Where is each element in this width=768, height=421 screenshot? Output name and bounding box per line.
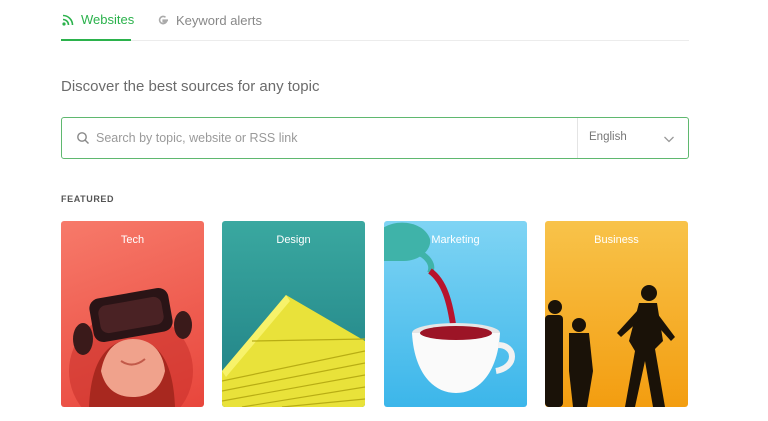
source-type-tabs: Websites Keyword alerts — [61, 0, 689, 41]
google-icon — [156, 13, 170, 27]
tab-websites[interactable]: Websites — [61, 0, 135, 41]
business-silhouettes-image — [545, 285, 675, 407]
search-input[interactable] — [96, 128, 566, 148]
card-label-business: Business — [594, 234, 639, 246]
language-value: English — [589, 131, 627, 143]
card-label-design: Design — [276, 234, 311, 246]
featured-card-design[interactable]: Design — [222, 221, 365, 407]
card-label-marketing: Marketing — [431, 234, 480, 246]
marketing-teacup-image — [384, 222, 515, 393]
tab-keyword-alerts[interactable]: Keyword alerts — [156, 0, 262, 40]
tab-keyword-alerts-label: Keyword alerts — [176, 12, 262, 28]
chevron-down-icon — [663, 132, 675, 144]
tech-vr-image — [69, 287, 193, 407]
page-headline: Discover the best sources for any topic — [61, 78, 320, 95]
featured-heading: FEATURED — [61, 194, 115, 204]
tab-websites-label: Websites — [81, 12, 135, 27]
search-icon — [76, 131, 90, 145]
rss-icon — [61, 13, 75, 27]
featured-card-business[interactable]: Business — [545, 221, 688, 407]
featured-card-tech[interactable]: Tech — [61, 221, 204, 407]
card-label-tech: Tech — [120, 234, 145, 246]
design-building-image — [222, 295, 365, 407]
search-bar: English — [61, 117, 689, 159]
featured-card-marketing[interactable]: Marketing — [384, 221, 527, 407]
language-select[interactable]: English — [578, 118, 688, 158]
